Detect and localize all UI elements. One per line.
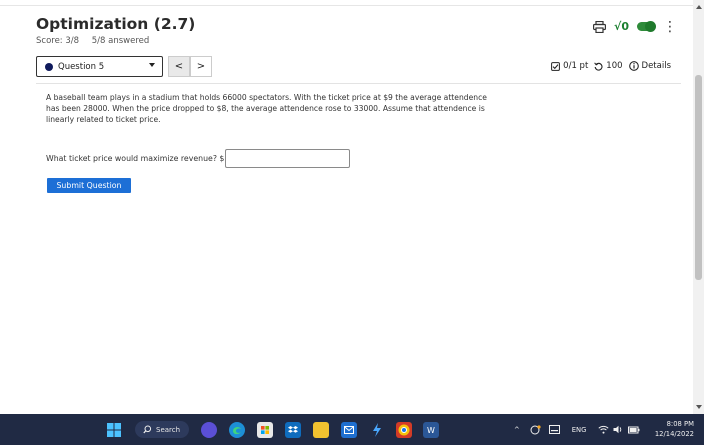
power-automate-icon[interactable] xyxy=(369,422,385,438)
details-label: Details xyxy=(641,61,671,71)
battery-icon[interactable] xyxy=(628,426,640,434)
chevron-right-icon: > xyxy=(196,61,206,72)
teams-chat-icon[interactable] xyxy=(201,422,217,438)
taskbar-search-button[interactable]: Search xyxy=(135,421,189,438)
math-toggle-switch[interactable] xyxy=(637,21,656,32)
score-text: Score: 3/8 xyxy=(36,36,80,46)
answer-input[interactable] xyxy=(225,149,351,168)
question-meta: 0/1 pt 100 Details xyxy=(551,61,671,71)
checkbox-icon xyxy=(551,61,561,71)
search-label: Search xyxy=(156,425,181,434)
header-divider xyxy=(36,83,681,84)
attempts-text: 100 xyxy=(606,61,623,71)
print-icon[interactable] xyxy=(593,20,606,33)
scroll-thumb[interactable] xyxy=(695,75,702,280)
edge-browser-icon[interactable] xyxy=(229,422,245,438)
volume-icon[interactable] xyxy=(613,425,624,434)
taskbar-clock[interactable]: 8:08 PM 12/14/2022 xyxy=(655,419,694,439)
file-explorer-icon[interactable] xyxy=(313,422,329,438)
chrome-browser-icon[interactable] xyxy=(396,422,412,438)
language-indicator[interactable]: ENG xyxy=(572,426,587,434)
vertical-scrollbar[interactable] xyxy=(693,0,704,414)
score-row: Score: 3/8 5/8 answered xyxy=(36,36,159,46)
mail-icon[interactable] xyxy=(341,422,357,438)
sqrt-icon[interactable]: √0 xyxy=(614,20,629,33)
answer-row: What ticket price would maximize revenue… xyxy=(46,149,351,168)
info-icon xyxy=(628,61,639,71)
points-text: 0/1 pt xyxy=(563,61,589,71)
previous-question-button[interactable]: < xyxy=(168,56,190,77)
search-icon xyxy=(143,425,152,434)
system-tray: ^ ENG xyxy=(514,414,640,445)
keyboard-icon[interactable] xyxy=(548,425,560,434)
chevron-up-icon[interactable]: ^ xyxy=(514,426,520,434)
chevron-down-icon xyxy=(149,63,155,67)
answered-text: 5/8 answered xyxy=(91,36,150,46)
answer-prompt: What ticket price would maximize revenue… xyxy=(46,154,225,163)
wifi-icon[interactable] xyxy=(598,425,609,434)
word-icon[interactable]: W xyxy=(423,422,439,438)
scroll-up-arrow-icon[interactable] xyxy=(696,5,702,9)
taskbar: Search W ^ ENG 8:08 PM 12/14/2022 xyxy=(0,414,704,445)
dropbox-icon[interactable] xyxy=(285,422,301,438)
question-status-dot xyxy=(45,62,53,71)
retry-icon xyxy=(594,61,603,71)
page-title: Optimization (2.7) xyxy=(36,15,196,33)
clock-date: 12/14/2022 xyxy=(654,430,694,438)
scroll-down-arrow-icon[interactable] xyxy=(696,405,702,409)
clock-time: 8:08 PM xyxy=(666,420,694,428)
submit-question-button[interactable]: Submit Question xyxy=(47,178,131,193)
attempts-info: 100 xyxy=(594,61,623,71)
question-select[interactable]: Question 5 xyxy=(36,56,163,77)
header-toolbar: √0 ⋮ xyxy=(593,20,677,34)
windows-start-icon[interactable] xyxy=(106,422,122,438)
microsoft-store-icon[interactable] xyxy=(257,422,273,438)
details-link[interactable]: Details xyxy=(628,61,671,71)
more-vert-icon[interactable]: ⋮ xyxy=(663,20,677,34)
question-select-label: Question 5 xyxy=(58,61,105,72)
question-text: A baseball team plays in a stadium that … xyxy=(46,93,487,124)
next-question-button[interactable]: > xyxy=(190,56,212,77)
points-info: 0/1 pt xyxy=(551,61,588,71)
chevron-left-icon: < xyxy=(174,61,184,72)
meet-now-icon[interactable] xyxy=(530,424,541,435)
top-border xyxy=(0,0,693,6)
main-page: Optimization (2.7) Score: 3/8 5/8 answer… xyxy=(0,0,693,414)
